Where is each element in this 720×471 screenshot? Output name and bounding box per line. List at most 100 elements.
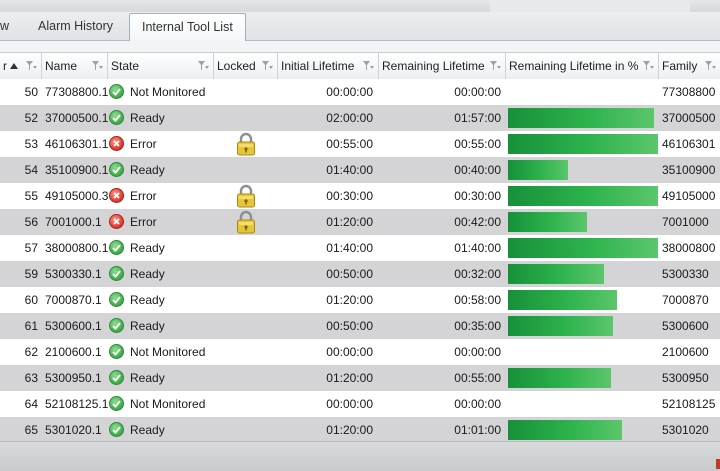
table-row[interactable]: 52 37000500.1 Ready 02:00:00 01:57:00 3700050…	[0, 105, 720, 131]
tab-alarm-history[interactable]: Alarm History	[26, 12, 125, 40]
tool-state: Ready	[130, 423, 165, 437]
row-number: 52	[24, 111, 38, 125]
check-icon	[109, 370, 124, 385]
table-row[interactable]: 63 5300950.1 Ready 01:20:00 00:55:00 5300950	[0, 365, 720, 391]
column-header-state[interactable]: State	[108, 53, 214, 79]
check-icon	[109, 396, 124, 411]
filter-icon[interactable]	[26, 61, 37, 71]
table-row[interactable]: 54 35100900.1 Ready 01:40:00 00:40:00 3510090…	[0, 157, 720, 183]
column-header-locked[interactable]: Locked	[214, 53, 278, 79]
tool-family: 5301020	[662, 423, 709, 437]
toolbar-gap	[0, 41, 720, 53]
tool-family: 2100600	[662, 345, 709, 359]
check-icon	[109, 110, 124, 125]
tool-family: 5300600	[662, 319, 709, 333]
tool-state: Ready	[130, 293, 165, 307]
filter-icon[interactable]	[490, 61, 501, 71]
tool-name: 5300950.1	[45, 371, 102, 385]
table-row[interactable]: 65 5301020.1 Ready 01:20:00 01:01:00 5301020	[0, 417, 720, 441]
table-row[interactable]: 53 46106301.1 Error 00:55:00 00:55:00 4610630…	[0, 131, 720, 157]
row-number: 60	[24, 293, 38, 307]
tool-family: 38000800	[662, 241, 716, 255]
row-number: 54	[24, 163, 38, 177]
initial-lifetime: 00:00:00	[326, 345, 373, 359]
filter-icon[interactable]	[198, 61, 209, 71]
tab-partial[interactable]: w	[0, 12, 21, 40]
filter-icon[interactable]	[705, 61, 716, 71]
tool-state: Ready	[130, 111, 165, 125]
initial-lifetime: 00:00:00	[326, 85, 373, 99]
tool-name: 37000500.1	[45, 111, 109, 125]
table-row[interactable]: 62 2100600.1 Not Monitored 00:00:00 00:00:00…	[0, 339, 720, 365]
remaining-lifetime: 00:55:00	[454, 371, 501, 385]
remaining-lifetime: 00:32:00	[454, 267, 501, 281]
column-header-label: Initial Lifetime	[281, 59, 355, 73]
row-number: 61	[24, 319, 38, 333]
column-header-label: Family	[662, 59, 698, 73]
check-icon	[109, 422, 124, 437]
column-header-label: Name	[45, 59, 78, 73]
remaining-lifetime: 00:58:00	[454, 293, 501, 307]
tool-name: 38000800.1	[45, 241, 109, 255]
tab-strip: w Alarm History Internal Tool List	[0, 12, 720, 42]
column-header-remaining-lifetime[interactable]: Remaining Lifetime	[379, 53, 506, 79]
table-row[interactable]: 60 7000870.1 Ready 01:20:00 00:58:00 7000870	[0, 287, 720, 313]
table-row[interactable]: 57 38000800.1 Ready 01:40:00 01:40:00 3800080…	[0, 235, 720, 261]
column-header-number[interactable]: r	[0, 53, 42, 79]
tool-name: 35100900.1	[45, 163, 109, 177]
check-icon	[109, 266, 124, 281]
tool-state: Ready	[130, 267, 165, 281]
tool-state: Ready	[130, 371, 165, 385]
initial-lifetime: 00:30:00	[326, 189, 373, 203]
initial-lifetime: 00:00:00	[326, 397, 373, 411]
tool-family: 46106301	[662, 137, 716, 151]
table-row[interactable]: 56 7001000.1 Error 01:20:00 00:42:00 7001000	[0, 209, 720, 235]
column-header-initial-lifetime[interactable]: Initial Lifetime	[278, 53, 379, 79]
tab-internal-tool-list[interactable]: Internal Tool List	[129, 13, 246, 42]
table-row[interactable]: 59 5300330.1 Ready 00:50:00 00:32:00 5300330	[0, 261, 720, 287]
column-header-remaining-pct[interactable]: Remaining Lifetime in %	[506, 53, 659, 79]
remaining-lifetime: 01:57:00	[454, 111, 501, 125]
row-number: 63	[24, 371, 38, 385]
column-header-family[interactable]: Family	[659, 53, 720, 79]
error-icon	[109, 214, 124, 229]
filter-icon[interactable]	[92, 61, 103, 71]
remaining-lifetime: 00:00:00	[454, 345, 501, 359]
tool-name: 7000870.1	[45, 293, 102, 307]
check-icon	[109, 318, 124, 333]
tool-list-grid: r Name State Locked Initial Lifetime Rem…	[0, 53, 720, 441]
check-icon	[109, 162, 124, 177]
lock-icon	[236, 184, 256, 208]
initial-lifetime: 01:20:00	[326, 371, 373, 385]
tool-name: 5301020.1	[45, 423, 102, 437]
row-number: 55	[24, 189, 38, 203]
table-row[interactable]: 55 49105000.3 Error 00:30:00 00:30:00 4910500…	[0, 183, 720, 209]
tool-family: 5300330	[662, 267, 709, 281]
row-number: 50	[24, 85, 38, 99]
tool-family: 37000500	[662, 111, 716, 125]
tool-name: 7001000.1	[45, 215, 102, 229]
lock-icon	[236, 132, 256, 156]
error-icon	[109, 188, 124, 203]
filter-icon[interactable]	[363, 61, 374, 71]
tool-family: 7000870	[662, 293, 709, 307]
remaining-lifetime-bar	[508, 264, 604, 284]
initial-lifetime: 00:55:00	[326, 137, 373, 151]
tool-name: 46106301.1	[45, 137, 109, 151]
filter-icon[interactable]	[643, 61, 654, 71]
sort-up-icon	[10, 63, 18, 69]
remaining-lifetime-bar	[508, 238, 658, 258]
remaining-lifetime-bar	[508, 212, 587, 232]
remaining-lifetime: 00:30:00	[454, 189, 501, 203]
tool-state: Not Monitored	[130, 85, 206, 99]
table-row[interactable]: 61 5300600.1 Ready 00:50:00 00:35:00 5300600	[0, 313, 720, 339]
filter-icon[interactable]	[262, 61, 273, 71]
remaining-lifetime-bar	[508, 108, 654, 128]
tool-name: 5300330.1	[45, 267, 102, 281]
tool-family: 5300950	[662, 371, 709, 385]
table-row[interactable]: 64 52108125.1 Not Monitored 00:00:00 00:00:0…	[0, 391, 720, 417]
tool-name: 5300600.1	[45, 319, 102, 333]
column-header-name[interactable]: Name	[42, 53, 108, 79]
remaining-lifetime: 01:01:00	[454, 423, 501, 437]
table-row[interactable]: 50 77308800.1 Not Monitored 00:00:00 00:00:0…	[0, 79, 720, 105]
